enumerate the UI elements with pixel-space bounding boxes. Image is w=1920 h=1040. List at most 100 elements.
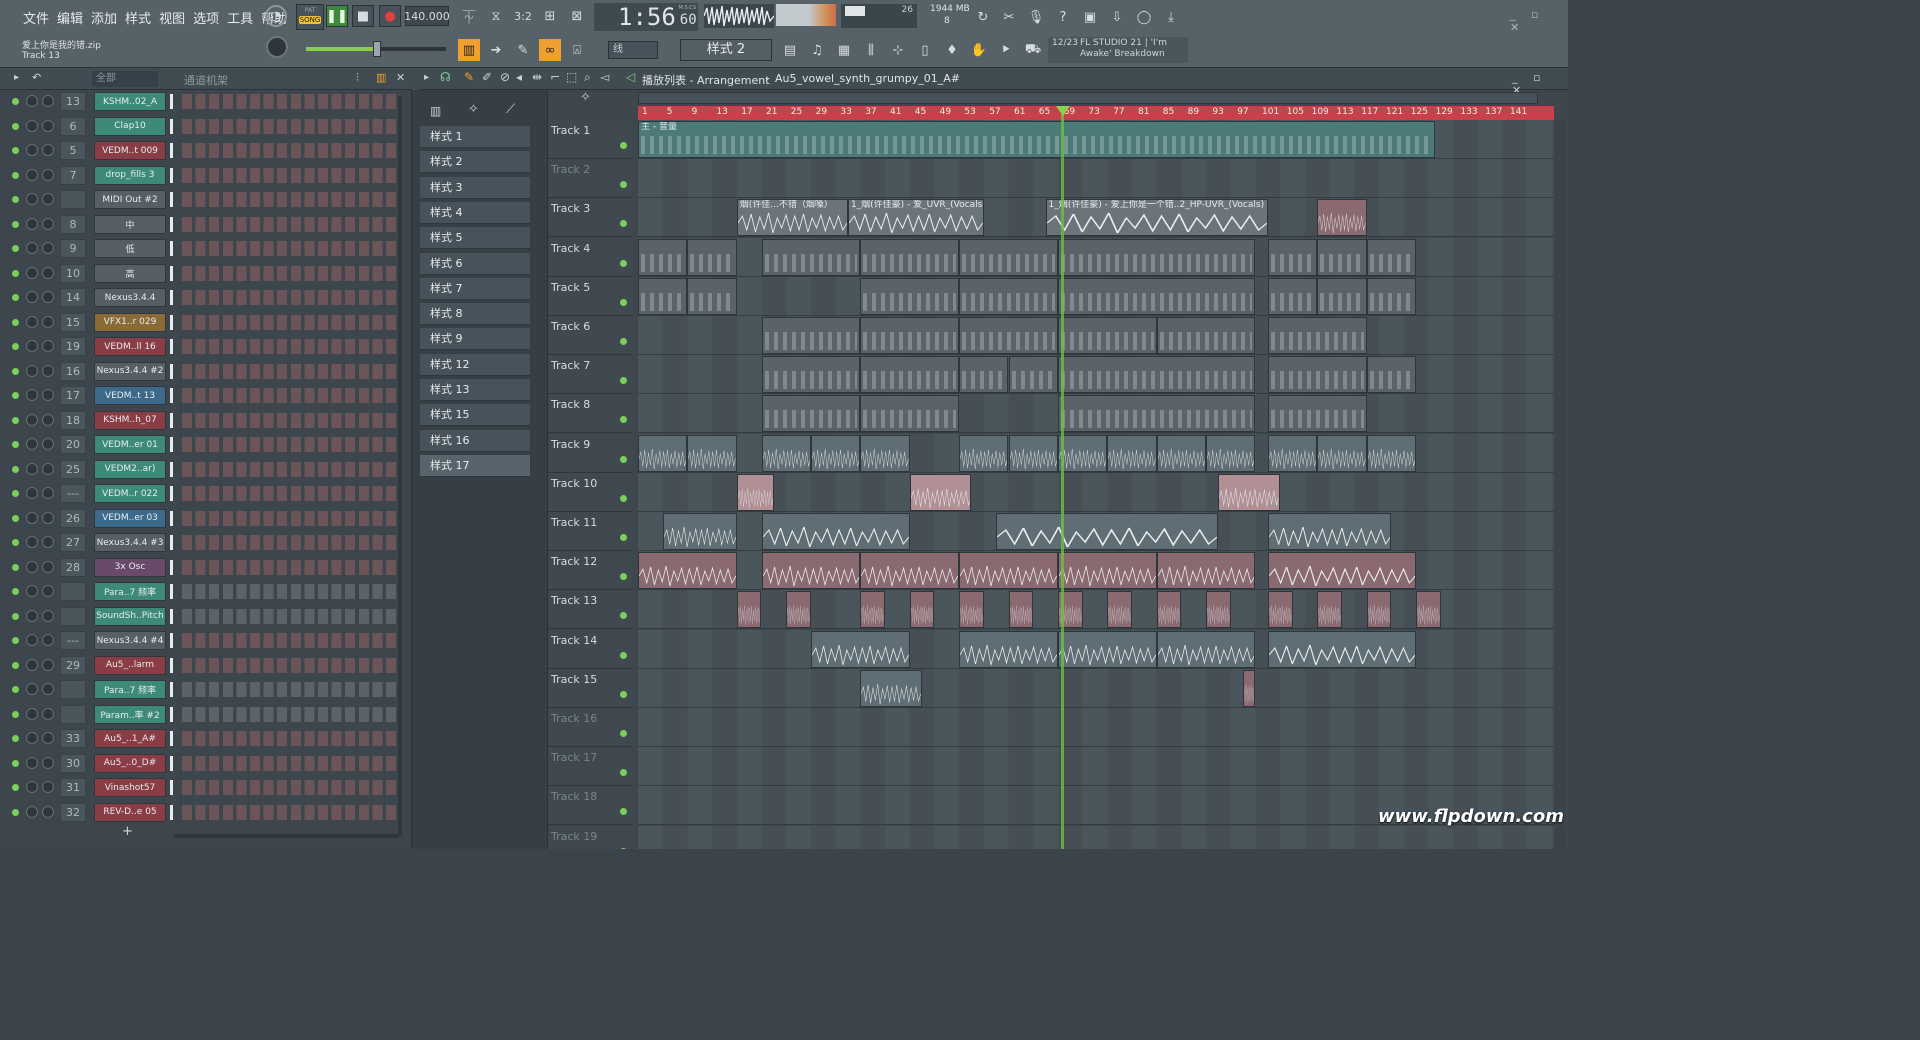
channel-led-icon[interactable] xyxy=(12,294,19,301)
channel-select-indicator[interactable] xyxy=(170,584,173,599)
channel-name[interactable]: Para..7 频率 xyxy=(94,680,166,699)
pan-knob[interactable] xyxy=(26,413,38,426)
snap-icon[interactable]: ✧ xyxy=(468,102,479,117)
channel-led-icon[interactable] xyxy=(12,220,19,228)
audio-clip[interactable]: 烟(许佳...不错（烟嗓） xyxy=(736,199,848,237)
pattern-clip[interactable] xyxy=(1267,277,1318,315)
step-sequencer[interactable] xyxy=(182,437,400,452)
volume-knob[interactable] xyxy=(42,511,54,524)
pencil-tool-icon[interactable]: ✎ xyxy=(512,39,534,61)
step-sequencer[interactable] xyxy=(182,755,400,771)
track-header[interactable]: Track 16 xyxy=(548,708,632,747)
channel-name[interactable]: Para..7 频率 xyxy=(94,582,166,601)
channel-row[interactable]: 31 Vinashot57 xyxy=(8,776,404,800)
mixer-track-number[interactable]: 27 xyxy=(60,533,86,552)
channel-name[interactable]: Au5_..1_A# xyxy=(94,729,166,748)
channel-name[interactable]: KSHM..02_A xyxy=(94,92,166,111)
channel-row[interactable]: --- Nexus3.4.4 #4 xyxy=(8,629,404,653)
volume-knob[interactable] xyxy=(42,266,54,279)
pan-knob[interactable] xyxy=(26,119,38,132)
track-header[interactable]: Track 5 xyxy=(548,276,632,316)
channel-row[interactable]: 33 Au5_..1_A# xyxy=(8,727,404,751)
channel-led-icon[interactable] xyxy=(12,416,19,424)
channel-select-indicator[interactable] xyxy=(170,706,173,722)
channel-select-indicator[interactable] xyxy=(170,192,173,207)
pattern-clip[interactable] xyxy=(959,317,1058,354)
volume-knob[interactable] xyxy=(42,462,54,475)
track-header[interactable]: Track 3 xyxy=(548,198,632,238)
mixer-track-number[interactable]: 20 xyxy=(60,435,86,454)
volume-knob[interactable] xyxy=(42,536,54,548)
channel-select-indicator[interactable] xyxy=(170,94,173,109)
channel-name[interactable]: drop_fills 3 xyxy=(94,165,166,185)
channel-row[interactable]: 17 VEDM..t 13 xyxy=(8,384,404,408)
pan-knob[interactable] xyxy=(26,315,38,328)
channel-row[interactable]: SoundSh..Pitch xyxy=(8,605,404,629)
pattern-clip[interactable] xyxy=(959,277,1058,315)
volume-knob[interactable] xyxy=(42,144,54,156)
track-mute-led-icon[interactable] xyxy=(620,847,627,849)
audio-clip[interactable] xyxy=(761,552,861,590)
audio-clip[interactable]: 1_烟(许佳豪) - 爱上你是一个错..2_HP-UVR_(Vocals) xyxy=(1045,199,1268,237)
draw-tool-icon[interactable]: ✎ xyxy=(464,70,474,84)
mixer-track-number[interactable]: 17 xyxy=(60,386,86,405)
piano-roll-icon[interactable]: ♫ xyxy=(806,39,828,61)
channel-select-indicator[interactable] xyxy=(170,731,173,746)
track-header[interactable]: Track 12 xyxy=(548,551,632,591)
channel-name[interactable]: 高 xyxy=(94,263,166,283)
volume-knob[interactable] xyxy=(42,805,54,818)
channel-select-indicator[interactable] xyxy=(170,510,173,526)
audio-clip[interactable] xyxy=(638,552,737,590)
step-sequencer[interactable] xyxy=(182,241,400,256)
track-lane[interactable] xyxy=(638,159,1554,199)
step-sequencer[interactable] xyxy=(182,388,400,403)
pan-knob[interactable] xyxy=(26,609,38,622)
pattern-clip[interactable] xyxy=(860,395,960,433)
pan-knob[interactable] xyxy=(26,805,38,818)
audio-clip[interactable] xyxy=(860,591,885,629)
pattern-item[interactable]: 样式 17 xyxy=(420,454,530,477)
snap-select[interactable]: 线 xyxy=(608,41,658,59)
menu-options[interactable]: 选项 xyxy=(192,8,220,27)
channel-led-icon[interactable] xyxy=(12,392,19,399)
pan-knob[interactable] xyxy=(26,683,38,695)
audio-clip[interactable] xyxy=(638,434,688,472)
audio-clip[interactable] xyxy=(786,591,811,629)
step-sequencer[interactable] xyxy=(182,290,400,305)
rack-scrollbar[interactable] xyxy=(398,96,402,836)
mixer-track-number[interactable]: --- xyxy=(60,631,86,650)
track-mute-led-icon[interactable] xyxy=(620,338,627,345)
step-sequencer[interactable] xyxy=(182,216,400,232)
channel-select-indicator[interactable] xyxy=(170,657,173,673)
channel-name[interactable]: 中 xyxy=(94,214,166,234)
playlist-view-button[interactable]: ▥ xyxy=(458,39,480,61)
volume-knob[interactable] xyxy=(42,119,54,132)
volume-knob[interactable] xyxy=(42,389,54,401)
channel-led-icon[interactable] xyxy=(12,318,19,326)
step-sequencer[interactable] xyxy=(182,314,400,330)
playlist-vscroll[interactable] xyxy=(1554,120,1566,849)
channel-select-indicator[interactable] xyxy=(170,363,173,379)
channel-led-icon[interactable] xyxy=(12,367,19,375)
playlist-window-icon[interactable]: ▤ xyxy=(779,39,801,61)
channel-name[interactable]: KSHM..h_07 xyxy=(94,410,166,430)
audio-clip[interactable] xyxy=(662,513,737,550)
audio-clip[interactable] xyxy=(736,591,762,629)
rack-close-icon[interactable]: ✕ xyxy=(396,71,405,84)
pan-knob[interactable] xyxy=(26,266,38,279)
channel-select-indicator[interactable] xyxy=(170,437,173,452)
step-sequencer[interactable] xyxy=(182,559,400,575)
channel-name[interactable]: Nexus3.4.4 #3 xyxy=(94,533,166,552)
volume-knob[interactable] xyxy=(42,413,54,426)
pattern-clip[interactable] xyxy=(1057,356,1256,394)
audio-clip[interactable] xyxy=(687,434,737,472)
channel-name[interactable]: 3x Osc xyxy=(94,557,166,577)
channel-select-indicator[interactable] xyxy=(170,559,173,575)
audio-clip[interactable] xyxy=(1267,434,1318,472)
pan-knob[interactable] xyxy=(26,585,38,597)
playlist-arrow-icon[interactable]: ▸ xyxy=(424,72,429,83)
track-mute-led-icon[interactable] xyxy=(620,651,627,659)
song-position-display[interactable]: 1:56 60 M:S:CS xyxy=(594,3,698,31)
channel-row[interactable]: Param..率 #2 xyxy=(8,703,404,727)
channel-row[interactable]: 26 VEDM..er 03 xyxy=(8,507,404,531)
